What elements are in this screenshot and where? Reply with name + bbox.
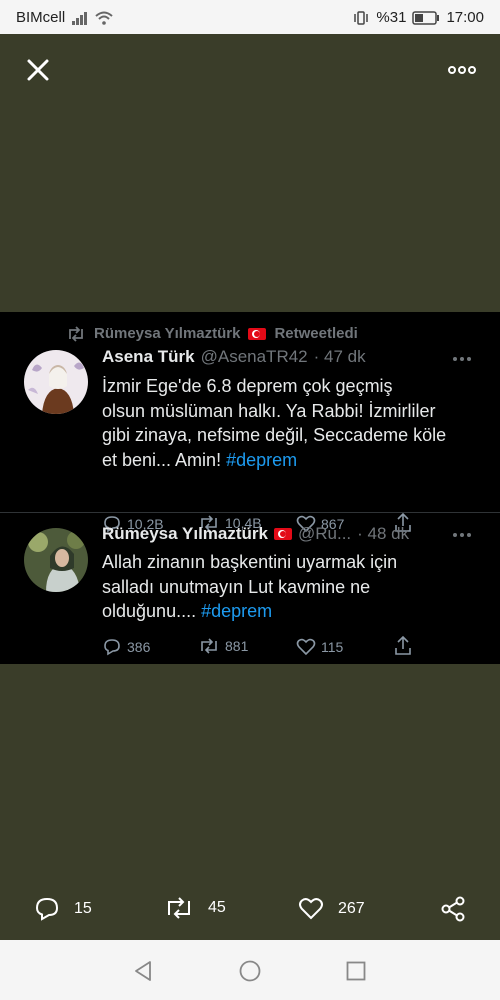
retweet-count: 881 xyxy=(225,638,249,654)
turkey-flag-icon xyxy=(248,327,267,340)
retweet-button[interactable]: 881 xyxy=(198,638,248,654)
clock: 17:00 xyxy=(446,9,484,26)
recents-icon[interactable] xyxy=(346,961,366,981)
like-button[interactable]: 115 xyxy=(296,638,343,656)
retweeter-name: Rümeysa Yılmaztürk xyxy=(94,325,241,342)
viewer-retweet-count: 45 xyxy=(208,899,226,916)
author-name[interactable]: Rümeysa Yılmaztürk xyxy=(102,524,268,544)
home-icon[interactable] xyxy=(239,960,261,982)
battery-percent: %31 xyxy=(376,9,407,26)
reply-icon xyxy=(35,897,59,921)
media-viewer: Rümeysa Yılmaztürk Retweetledi Asena Tür… xyxy=(0,34,500,940)
status-right: %31 17:00 xyxy=(352,9,484,26)
tweet-line-last: et beni... Amin! #deprem xyxy=(102,448,472,473)
tweet-line: salladı unutmayın Lut kavmine ne xyxy=(102,576,371,597)
author-name[interactable]: Asena Türk xyxy=(102,347,195,367)
like-icon xyxy=(296,638,316,656)
tweet-line-last: olduğunu.... #deprem xyxy=(102,599,472,624)
signal-icon xyxy=(72,11,88,25)
vibrate-icon xyxy=(354,10,369,25)
more-icon[interactable] xyxy=(448,62,476,78)
retweet-banner: Rümeysa Yılmaztürk Retweetledi xyxy=(66,325,358,342)
retweet-label: Retweetledi xyxy=(274,325,358,342)
avatar[interactable] xyxy=(24,528,88,592)
hashtag-link[interactable]: #deprem xyxy=(226,450,297,470)
author-handle[interactable]: @Ru... xyxy=(298,524,351,544)
hashtag-link[interactable]: #deprem xyxy=(201,601,272,621)
tweet-line: İzmir Ege'de 6.8 deprem çok geçmiş xyxy=(102,376,393,396)
author-handle[interactable]: @AsenaTR42 xyxy=(201,347,308,367)
status-bar: BIMcell %31 17:00 xyxy=(0,0,500,34)
tweet-card[interactable]: Rümeysa Yılmaztürk @Ru... · 48 dk Allah … xyxy=(0,514,500,664)
tweet-line: olsun müslüman halkı. Ya Rabbi! İzmirlil… xyxy=(102,400,436,421)
tweet-time[interactable]: · 48 dk xyxy=(357,524,409,544)
tweet-more-icon[interactable] xyxy=(452,356,472,362)
avatar-image xyxy=(24,528,88,592)
tweet-screenshot: Rümeysa Yılmaztürk Retweetledi Asena Tür… xyxy=(0,312,500,664)
share-icon[interactable] xyxy=(440,896,466,922)
tweet-line: et beni... Amin! xyxy=(102,449,222,470)
viewer-reply-count: 15 xyxy=(74,900,92,917)
reply-button[interactable]: 386 xyxy=(102,638,150,656)
carrier-name: BIMcell xyxy=(16,9,66,26)
reply-count: 386 xyxy=(127,639,151,655)
author-row: Asena Türk @AsenaTR42 · 47 dk xyxy=(102,347,366,367)
like-icon xyxy=(299,898,323,920)
divider xyxy=(0,512,500,513)
viewer-action-bar: 15 45 267 xyxy=(0,880,500,940)
share-icon[interactable] xyxy=(394,636,412,656)
viewer-like-count: 267 xyxy=(338,900,365,917)
avatar[interactable] xyxy=(24,350,88,414)
tweet-time[interactable]: · 47 dk xyxy=(314,347,366,367)
retweet-icon xyxy=(168,897,190,919)
back-icon[interactable] xyxy=(132,960,154,982)
retweet-icon xyxy=(69,325,83,342)
viewer-like-button[interactable]: 267 xyxy=(298,897,365,921)
tweet-more-icon[interactable] xyxy=(452,532,472,538)
retweet-icon xyxy=(201,638,217,654)
battery-icon xyxy=(412,10,440,25)
tweet-line: olduğunu.... xyxy=(102,601,197,621)
like-count: 115 xyxy=(321,639,344,655)
viewer-retweet-button[interactable]: 45 xyxy=(164,897,226,919)
wifi-icon xyxy=(95,11,113,25)
avatar-image xyxy=(24,350,88,414)
tweet-text: İzmir Ege'de 6.8 deprem çok geçmiş olsun… xyxy=(102,374,472,472)
system-nav-bar xyxy=(0,940,500,1000)
reply-icon xyxy=(104,639,120,656)
author-row: Rümeysa Yılmaztürk @Ru... · 48 dk xyxy=(102,524,409,544)
viewer-reply-button[interactable]: 15 xyxy=(34,897,92,921)
turkey-flag-icon xyxy=(273,528,292,540)
status-left: BIMcell xyxy=(16,9,113,26)
tweet-line: Allah zinanın başkentini uyarmak için xyxy=(102,552,398,572)
close-icon[interactable] xyxy=(24,56,52,84)
tweet-text: Allah zinanın başkentini uyarmak için sa… xyxy=(102,550,472,624)
tweet-line: gibi zinaya, nefsime değil, Seccademe kö… xyxy=(102,425,447,445)
tweet-card[interactable]: Rümeysa Yılmaztürk Retweetledi Asena Tür… xyxy=(0,312,500,533)
